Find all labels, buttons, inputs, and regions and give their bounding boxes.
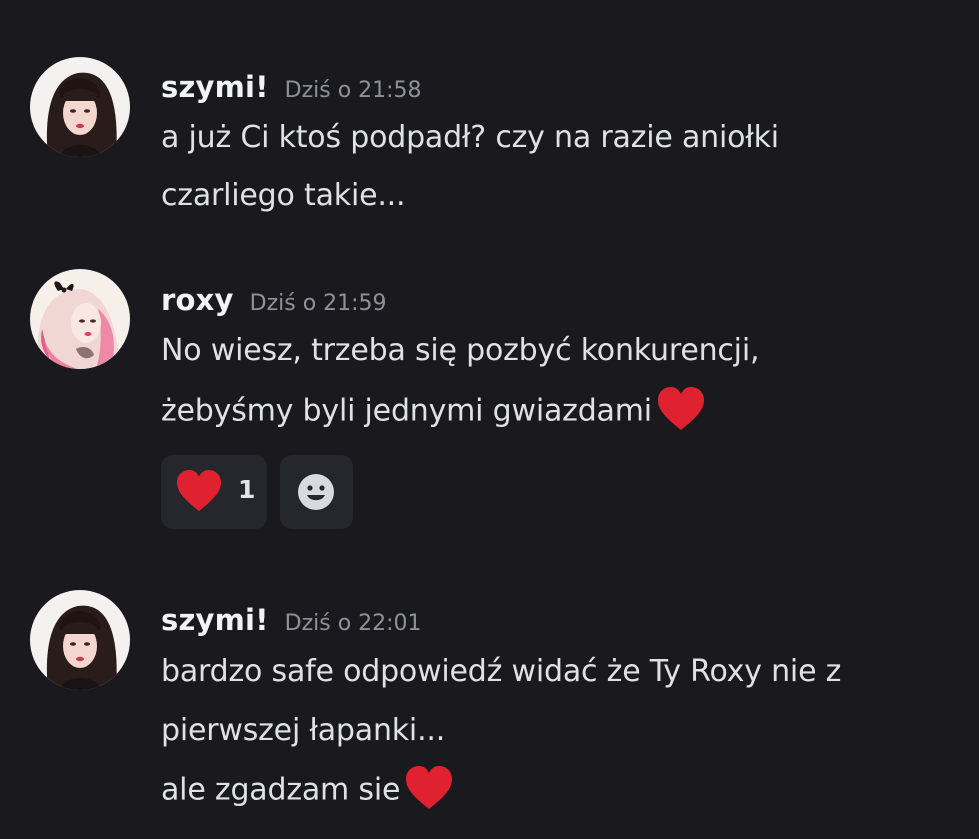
- heart-emoji-icon: [404, 765, 454, 811]
- reaction-heart-button[interactable]: 1: [161, 455, 267, 529]
- message-text: żebyśmy byli jednymi gwiazdami: [161, 393, 652, 429]
- message-text-line: No wiesz, trzeba się pozbyć konkurencji,: [161, 333, 760, 368]
- message-text-line: a już Ci ktoś podpadł? czy na razie anio…: [161, 120, 779, 155]
- message-text: ale zgadzam sie: [161, 772, 401, 808]
- heart-icon: [177, 469, 221, 512]
- timestamp: Dziś o 21:59: [249, 291, 387, 316]
- avatar-szymi[interactable]: [30, 57, 130, 157]
- avatar-roxy[interactable]: [30, 269, 130, 369]
- message-text-line-with-emoji: ale zgadzam sie: [161, 765, 454, 814]
- message-text-line-with-emoji: żebyśmy byli jednymi gwiazdami: [161, 386, 706, 435]
- message-text-line: bardzo safe odpowiedź widać że Ty Roxy n…: [161, 654, 842, 689]
- reaction-count: 1: [238, 475, 256, 504]
- add-reaction-smiley-icon: [298, 474, 334, 510]
- timestamp: Dziś o 22:01: [284, 611, 422, 636]
- heart-emoji-icon: [656, 386, 706, 432]
- username[interactable]: szymi!: [161, 603, 269, 637]
- add-reaction-button[interactable]: [280, 455, 353, 529]
- avatar-szymi[interactable]: [30, 590, 130, 690]
- message-text-line: czarliego takie...: [161, 178, 406, 213]
- username[interactable]: roxy: [161, 283, 234, 317]
- username[interactable]: szymi!: [161, 70, 269, 104]
- timestamp: Dziś o 21:58: [284, 78, 422, 103]
- message-text-line: pierwszej łapanki...: [161, 713, 446, 748]
